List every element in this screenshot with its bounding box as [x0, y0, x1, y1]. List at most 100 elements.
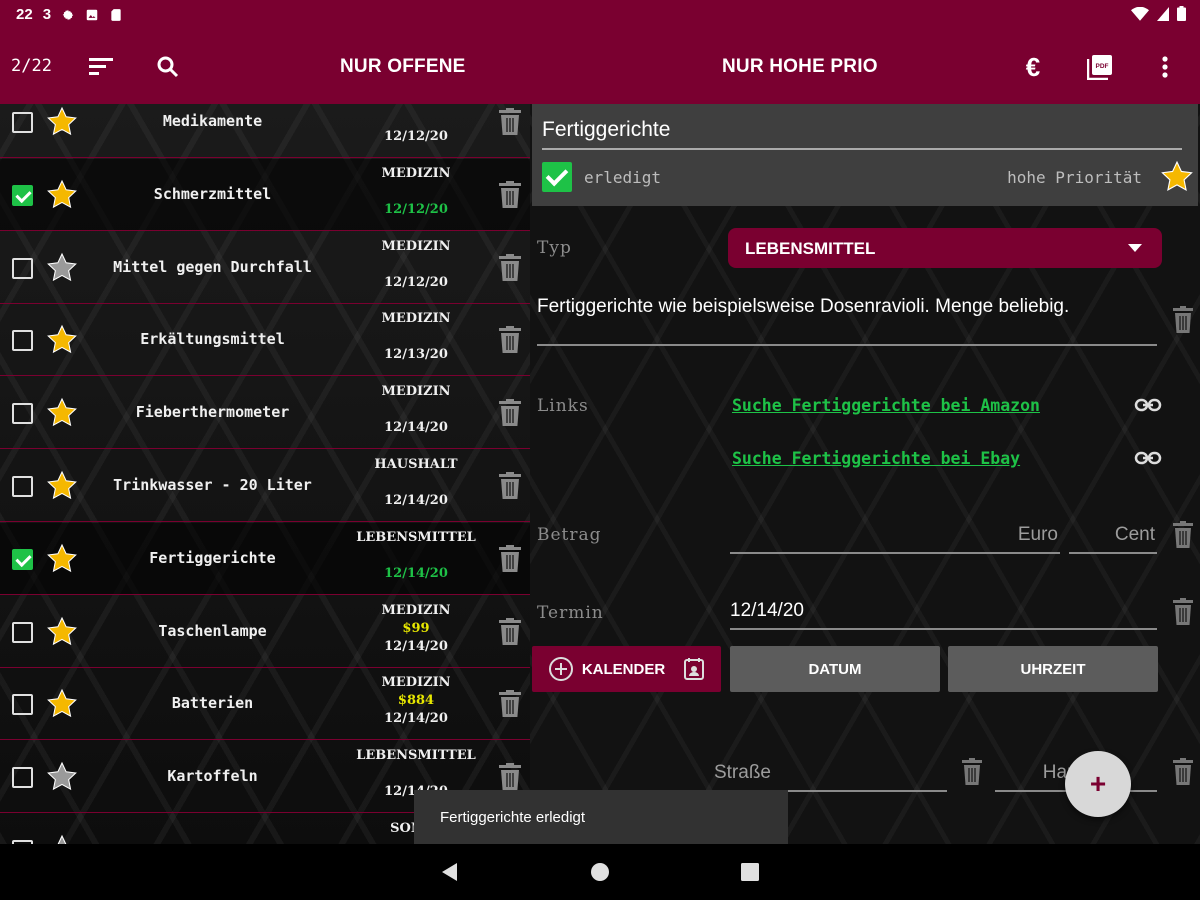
add-fab-button[interactable]: + — [1065, 751, 1131, 817]
item-category: MEDIZIN — [381, 311, 451, 326]
link-icon[interactable] — [1134, 448, 1162, 468]
delete-item-icon[interactable] — [498, 545, 522, 573]
delete-item-icon[interactable] — [498, 472, 522, 500]
item-title[interactable]: Taschenlampe — [85, 622, 340, 640]
delete-street-icon[interactable] — [961, 758, 983, 786]
amazon-search-link[interactable]: Suche Fertiggerichte bei Amazon — [732, 396, 1040, 415]
item-done-checkbox[interactable] — [12, 403, 33, 424]
item-title[interactable]: Fertiggerichte — [85, 549, 340, 567]
item-category: MEDIZIN — [381, 384, 451, 399]
item-done-checkbox[interactable] — [12, 476, 33, 497]
item-done-checkbox[interactable] — [12, 185, 33, 206]
more-vert-icon[interactable] — [1150, 52, 1180, 82]
filter-high-priority-button[interactable]: NUR HOHE PRIO — [722, 56, 878, 78]
link-icon[interactable] — [1134, 395, 1162, 415]
calendar-button-label: KALENDER — [581, 660, 666, 678]
star-icon[interactable] — [46, 543, 78, 575]
list-item[interactable]: Trinkwasser - 20 Liter HAUSHALT 12/14/20 — [0, 450, 530, 522]
star-icon[interactable] — [46, 761, 78, 793]
list-item[interactable]: Taschenlampe MEDIZIN $99 12/14/20 — [0, 596, 530, 668]
back-icon[interactable] — [438, 860, 462, 884]
add-circle-icon — [549, 657, 573, 681]
star-icon[interactable] — [46, 616, 78, 648]
delete-item-icon[interactable] — [498, 181, 522, 209]
item-done-checkbox[interactable] — [12, 258, 33, 279]
calendar-button[interactable]: KALENDER — [532, 646, 721, 692]
date-input[interactable]: 12/14/20 — [730, 600, 1157, 630]
list-item[interactable]: Fieberthermometer MEDIZIN 12/14/20 — [0, 377, 530, 449]
list-item[interactable]: Medikamente MEDIZIN 12/12/20 — [0, 104, 530, 158]
delete-item-icon[interactable] — [498, 763, 522, 791]
delete-item-icon[interactable] — [498, 618, 522, 646]
done-checkbox[interactable] — [542, 162, 572, 192]
item-amount: $884 — [397, 693, 435, 708]
star-icon[interactable] — [46, 688, 78, 720]
item-date: 12/12/20 — [384, 275, 448, 290]
home-icon[interactable] — [588, 860, 612, 884]
item-done-checkbox[interactable] — [12, 767, 33, 788]
recents-icon[interactable] — [738, 860, 762, 884]
list-item[interactable]: Schmerzmittel MEDIZIN 12/12/20 — [0, 159, 530, 231]
image-icon — [86, 9, 98, 20]
item-title[interactable]: Trinkwasser - 20 Liter — [85, 476, 340, 494]
filter-open-button[interactable]: NUR OFFENE — [340, 56, 466, 78]
star-icon[interactable] — [46, 834, 78, 844]
search-icon[interactable] — [153, 52, 183, 82]
item-meta: MEDIZIN 12/12/20 — [345, 229, 487, 301]
item-list[interactable]: Medikamente MEDIZIN 12/12/20 Schmerzmittel M… — [0, 104, 530, 844]
delete-description-icon[interactable] — [1172, 306, 1194, 334]
delete-item-icon[interactable] — [498, 326, 522, 354]
item-date: 12/14/20 — [384, 639, 448, 654]
item-title[interactable]: Kartoffeln — [85, 767, 340, 785]
delete-date-icon[interactable] — [1172, 598, 1194, 626]
status-bar: 22 3 — [0, 0, 1200, 32]
item-title[interactable]: Mittel gegen Durchfall — [85, 258, 340, 276]
star-icon[interactable] — [46, 106, 78, 138]
star-icon[interactable] — [46, 252, 78, 284]
type-value: LEBENSMITTEL — [745, 239, 876, 258]
pdf-icon[interactable]: PDF — [1085, 52, 1115, 82]
item-done-checkbox[interactable] — [12, 622, 33, 643]
list-item[interactable]: Erkältungsmittel MEDIZIN 12/13/20 — [0, 304, 530, 376]
item-done-checkbox[interactable] — [12, 694, 33, 715]
item-date: 12/14/20 — [384, 420, 448, 435]
delete-amount-icon[interactable] — [1172, 521, 1194, 549]
time-button[interactable]: UHRZEIT — [948, 646, 1158, 692]
date-label: Termin — [537, 603, 604, 623]
star-icon[interactable] — [46, 179, 78, 211]
battery-icon — [1177, 6, 1186, 21]
delete-item-icon[interactable] — [498, 254, 522, 282]
item-category: MEDIZIN — [381, 239, 451, 254]
item-done-checkbox[interactable] — [12, 330, 33, 351]
euro-icon[interactable]: € — [1018, 52, 1048, 82]
delete-item-icon[interactable] — [498, 108, 522, 136]
delete-item-icon[interactable] — [498, 399, 522, 427]
item-meta: MEDIZIN 12/12/20 — [345, 104, 487, 155]
description-field[interactable]: Fertiggerichte wie beispielsweise Dosenr… — [537, 296, 1157, 346]
title-input[interactable] — [542, 118, 1182, 150]
star-icon[interactable] — [46, 324, 78, 356]
date-button[interactable]: DATUM — [730, 646, 940, 692]
priority-star-icon[interactable] — [1160, 160, 1194, 194]
item-done-checkbox[interactable] — [12, 112, 33, 133]
list-item[interactable]: Mittel gegen Durchfall MEDIZIN 12/12/20 — [0, 232, 530, 304]
list-item[interactable]: Batterien MEDIZIN $884 12/14/20 — [0, 668, 530, 740]
item-title[interactable]: Schmerzmittel — [85, 185, 340, 203]
item-done-checkbox[interactable] — [12, 549, 33, 570]
street-input[interactable]: Straße — [532, 762, 947, 792]
list-item[interactable]: Fertiggerichte LEBENSMITTEL 12/14/20 — [0, 523, 530, 595]
item-title[interactable]: Medikamente — [85, 112, 340, 130]
sort-icon[interactable] — [86, 52, 116, 82]
delete-house-number-icon[interactable] — [1172, 758, 1194, 786]
item-date: 12/12/20 — [384, 129, 448, 144]
star-icon[interactable] — [46, 470, 78, 502]
ebay-search-link[interactable]: Suche Fertiggerichte bei Ebay — [732, 449, 1020, 468]
euro-input[interactable]: Euro — [730, 524, 1060, 554]
type-dropdown[interactable]: LEBENSMITTEL — [728, 228, 1162, 268]
delete-item-icon[interactable] — [498, 690, 522, 718]
item-title[interactable]: Fieberthermometer — [85, 403, 340, 421]
item-title[interactable]: Batterien — [85, 694, 340, 712]
item-title[interactable]: Erkältungsmittel — [85, 330, 340, 348]
cent-input[interactable]: Cent — [1069, 524, 1157, 554]
star-icon[interactable] — [46, 397, 78, 429]
